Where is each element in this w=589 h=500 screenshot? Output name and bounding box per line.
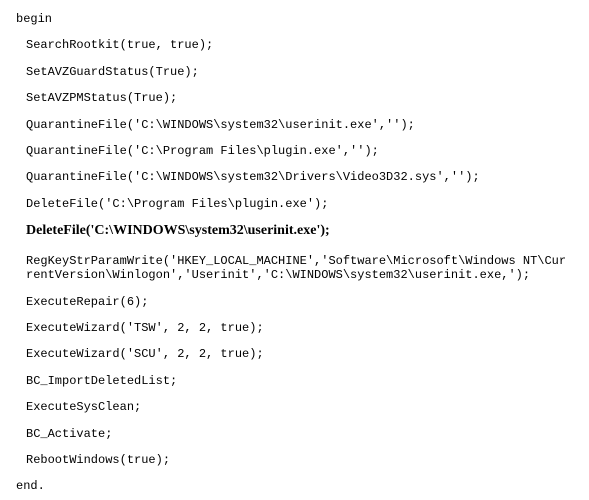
- code-line: SearchRootkit(true, true);: [16, 38, 573, 52]
- code-bold-line: DeleteFile('C:\WINDOWS\system32\userinit…: [16, 223, 573, 240]
- code-line: ExecuteWizard('TSW', 2, 2, true);: [16, 321, 573, 335]
- code-line: BC_Activate;: [16, 427, 573, 441]
- code-line: DeleteFile('C:\Program Files\plugin.exe'…: [16, 197, 573, 211]
- code-line: BC_ImportDeletedList;: [16, 374, 573, 388]
- code-line: QuarantineFile('C:\Program Files\plugin.…: [16, 144, 573, 158]
- code-line: QuarantineFile('C:\WINDOWS\system32\Driv…: [16, 170, 573, 184]
- code-begin: begin: [16, 12, 573, 26]
- code-end: end.: [16, 479, 573, 493]
- code-line: ExecuteRepair(6);: [16, 295, 573, 309]
- code-line: QuarantineFile('C:\WINDOWS\system32\user…: [16, 118, 573, 132]
- code-line: RebootWindows(true);: [16, 453, 573, 467]
- code-line: RegKeyStrParamWrite('HKEY_LOCAL_MACHINE'…: [16, 254, 573, 283]
- code-line: SetAVZGuardStatus(True);: [16, 65, 573, 79]
- code-line: ExecuteSysClean;: [16, 400, 573, 414]
- code-line: ExecuteWizard('SCU', 2, 2, true);: [16, 347, 573, 361]
- code-line: SetAVZPMStatus(True);: [16, 91, 573, 105]
